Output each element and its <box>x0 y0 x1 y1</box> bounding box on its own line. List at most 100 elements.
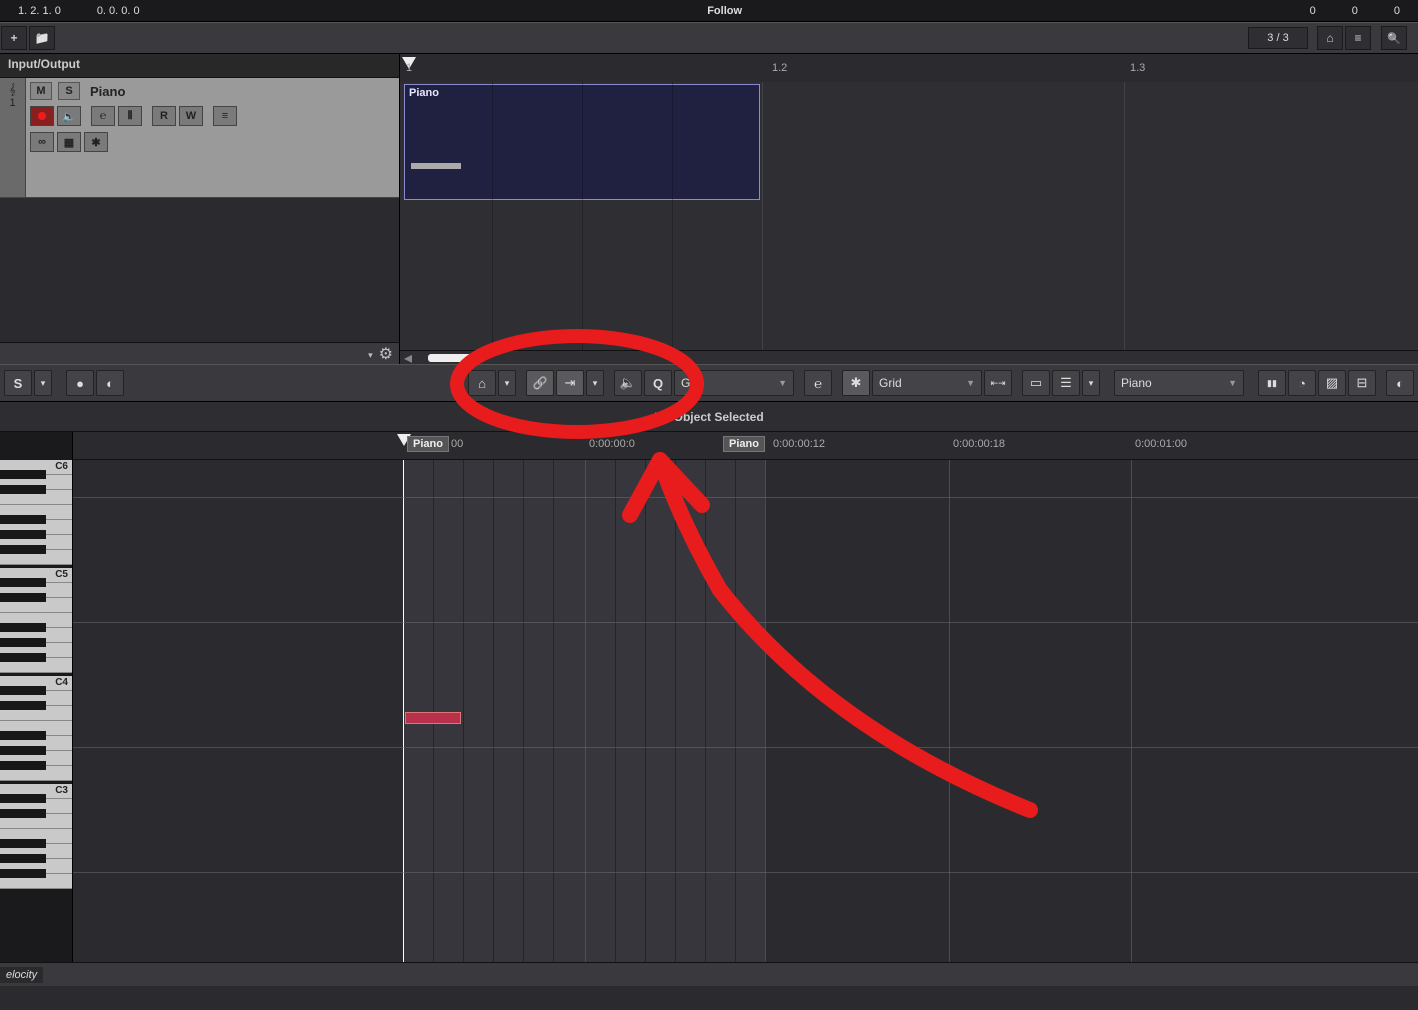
gridline <box>1131 460 1132 962</box>
lock-button[interactable]: ✱ <box>84 132 108 152</box>
transport-strip: 1. 2. 1. 0 0. 0. 0. 0 Follow 0 0 0 <box>0 0 1418 22</box>
value-b: 0 <box>1334 5 1376 17</box>
minor-gridline <box>705 460 706 962</box>
lane-button[interactable]: ≡ <box>213 106 237 126</box>
track-number-column: 𝄞 1 <box>0 78 26 197</box>
snap-type-dropdown[interactable]: Grid▼ <box>872 370 982 396</box>
part-label-2[interactable]: Piano <box>723 436 765 452</box>
scroll-thumb[interactable] <box>428 354 473 362</box>
velocity-label[interactable]: elocity <box>0 967 43 983</box>
add-track-button[interactable] <box>1 26 27 50</box>
project-area: Input/Output 𝄞 1 M S Piano 🔈 ℮ ⦀ <box>0 54 1418 364</box>
midi-note[interactable] <box>405 712 461 724</box>
key-label-c4: C4 <box>55 677 68 688</box>
arrangement-scrollbar[interactable] <box>400 350 1418 364</box>
snap-button[interactable] <box>842 370 870 396</box>
ruler-tick-1-3: 1.3 <box>1130 62 1145 74</box>
gridline <box>765 460 766 962</box>
note-grid-area[interactable]: Piano 00 0:00:00:0 Piano 0:00:00:12 0:00… <box>73 432 1418 962</box>
quantize-settings-button[interactable] <box>804 370 832 396</box>
arrangement-area[interactable]: Piano <box>400 82 1418 350</box>
minor-gridline <box>523 460 524 962</box>
record-editor-button[interactable] <box>66 370 94 396</box>
loop-button[interactable]: ∞ <box>30 132 54 152</box>
solo-dropdown[interactable] <box>34 370 52 396</box>
timeline-ruler[interactable]: 1 1.2 1.3 <box>400 54 1418 82</box>
quantize-button[interactable] <box>644 370 672 396</box>
minor-gridline <box>493 460 494 962</box>
key-label-c6: C6 <box>55 461 68 472</box>
mute-button[interactable]: M <box>30 82 52 100</box>
layers-dropdown[interactable] <box>1082 370 1100 396</box>
read-automation-button[interactable]: R <box>152 106 176 126</box>
follow-label[interactable]: Follow <box>707 5 742 17</box>
minor-gridline <box>615 460 616 962</box>
track-settings-icon[interactable] <box>379 344 393 364</box>
minor-gridline <box>645 460 646 962</box>
folder-button[interactable] <box>29 26 55 50</box>
octave-line-c5 <box>73 622 1418 623</box>
minor-gridline <box>735 460 736 962</box>
key-label-c5: C5 <box>55 569 68 580</box>
track-number: 1 <box>9 97 15 109</box>
home-button[interactable] <box>1317 26 1343 50</box>
minor-gridline <box>433 460 434 962</box>
track-header[interactable]: 𝄞 1 M S Piano 🔈 ℮ ⦀ R W <box>0 78 399 198</box>
list-button[interactable] <box>1345 26 1371 50</box>
solo-button[interactable]: S <box>58 82 80 100</box>
status-bar: No Object Selected <box>0 402 1418 432</box>
editor-home-dropdown[interactable] <box>498 370 516 396</box>
editor-playhead-line <box>403 460 404 962</box>
snap-value: Grid <box>879 376 902 390</box>
position-display: 1. 2. 1. 0 <box>0 5 79 17</box>
ruler-tick-1-2: 1.2 <box>772 62 787 74</box>
extra-tool-1[interactable]: ⊟ <box>1348 370 1376 396</box>
pre-part-zone <box>73 460 403 962</box>
inspector-header: Input/Output <box>0 54 399 78</box>
midi-note-preview <box>411 163 461 169</box>
freeze-button[interactable]: ▦ <box>57 132 81 152</box>
solo-editor-button[interactable] <box>4 370 32 396</box>
track-list-panel: Input/Output 𝄞 1 M S Piano 🔈 ℮ ⦀ <box>0 54 400 364</box>
monitor-button[interactable]: 🔈 <box>57 106 81 126</box>
search-button[interactable] <box>1381 26 1407 50</box>
project-toolbar: 3 / 3 <box>0 22 1418 54</box>
track-dropdown-icon[interactable] <box>368 345 373 363</box>
nudge-button[interactable] <box>984 370 1012 396</box>
octave-line-c3 <box>73 872 1418 873</box>
layers-button[interactable] <box>1052 370 1080 396</box>
ruler-100: 0:00:01:00 <box>1135 438 1187 450</box>
value-c: 0 <box>1376 5 1418 17</box>
post-part-zone <box>765 460 1418 962</box>
color-button[interactable] <box>1318 370 1346 396</box>
preset-dropdown[interactable]: Piano▼ <box>1114 370 1244 396</box>
editor-home-button[interactable] <box>468 370 496 396</box>
minor-gridline <box>675 460 676 962</box>
write-automation-button[interactable]: W <box>179 106 203 126</box>
record-enable-button[interactable] <box>30 106 54 126</box>
editor-time-ruler[interactable]: Piano 00 0:00:00:0 Piano 0:00:00:12 0:00… <box>73 432 1418 460</box>
ruler-tick-1: 1 <box>406 62 412 74</box>
extra-tool-2[interactable]: ◐ <box>1386 370 1414 396</box>
window-layout-button[interactable] <box>1022 370 1050 396</box>
drum-map-button[interactable]: ⦀ <box>118 106 142 126</box>
controller-view-button[interactable] <box>1288 370 1316 396</box>
piano-keyboard[interactable]: C6C5C4C3 <box>0 432 73 962</box>
editor-toolbar: Grid▼ Grid▼ Piano▼ ⊟ ◐ <box>0 364 1418 402</box>
minor-gridline <box>463 460 464 962</box>
track-counter: 3 / 3 <box>1248 27 1308 49</box>
acoustic-feedback-button[interactable] <box>614 370 642 396</box>
link-button[interactable] <box>526 370 554 396</box>
autoscroll-dropdown[interactable] <box>586 370 604 396</box>
octave-line-c4 <box>73 747 1418 748</box>
track-name[interactable]: Piano <box>90 84 125 99</box>
autoscroll-button[interactable] <box>556 370 584 396</box>
length-display: 0. 0. 0. 0 <box>79 5 158 17</box>
value-a: 0 <box>1292 5 1334 17</box>
retrospective-record-button[interactable] <box>96 370 124 396</box>
quantize-preset-dropdown[interactable]: Grid▼ <box>674 370 794 396</box>
part-label-1[interactable]: Piano <box>407 436 449 452</box>
piano-icon: 𝄞 <box>9 84 16 97</box>
velocity-view-button[interactable] <box>1258 370 1286 396</box>
edit-instrument-button[interactable]: ℮ <box>91 106 115 126</box>
